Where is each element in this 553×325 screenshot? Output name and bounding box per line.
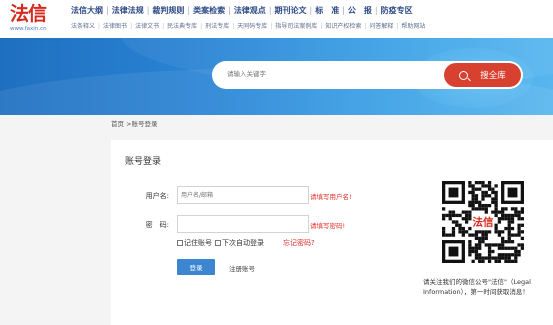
nav-separator: | <box>342 6 345 15</box>
secondary-nav-item[interactable]: 知识产权检索 <box>325 23 361 30</box>
primary-nav-item[interactable]: 防疫专区 <box>381 5 413 15</box>
primary-nav-item[interactable]: 类案检索 <box>193 5 225 15</box>
login-panel: 账号登录 用户名: 请填写用户名! 密 码: 请填写密码! 记住账号 下次自动登… <box>111 140 553 325</box>
nav-separator: | <box>268 6 272 15</box>
remember-label: 记住账号 <box>184 239 212 247</box>
nav-separator: | <box>270 23 273 30</box>
nav-separator: | <box>162 23 165 30</box>
site-logo[interactable]: 法信 www.faxin.cn <box>10 3 50 33</box>
nav-separator: | <box>98 23 101 30</box>
login-options: 记住账号 下次自动登录 忘记密码? <box>177 238 315 248</box>
auto-login-checkbox[interactable]: 下次自动登录 <box>215 238 264 248</box>
primary-nav-item[interactable]: 法律观点 <box>234 5 266 15</box>
nav-separator: | <box>374 6 378 15</box>
register-link[interactable]: 注册账号 <box>229 263 255 273</box>
nav-separator: | <box>187 6 191 15</box>
secondary-nav-item[interactable]: 法条释义 <box>71 23 95 30</box>
password-hint: 请填写密码! <box>310 222 346 230</box>
username-label: 用户名: <box>145 192 169 200</box>
nav-separator: | <box>232 23 235 30</box>
logo-text: 法信 <box>10 3 47 25</box>
primary-nav-item[interactable]: 裁判规则 <box>152 5 184 15</box>
search-input[interactable] <box>227 70 427 78</box>
breadcrumb: 首页 >账号登录 <box>111 120 158 128</box>
checkbox-box <box>177 240 183 246</box>
secondary-nav-item[interactable]: 天同码专库 <box>237 23 267 30</box>
username-field[interactable] <box>177 186 309 204</box>
nav-separator: | <box>130 23 133 30</box>
qr-center-logo: 法信 <box>473 216 494 229</box>
primary-nav-item[interactable]: 标 准 <box>315 5 339 15</box>
page-title: 账号登录 <box>125 157 162 167</box>
nav-separator: | <box>200 23 203 30</box>
secondary-nav-item[interactable]: 帮助网站 <box>401 23 425 30</box>
forgot-password-link[interactable]: 忘记密码? <box>283 238 315 248</box>
login-button[interactable]: 登录 <box>177 259 215 275</box>
username-hint: 请填写用户名! <box>310 193 352 201</box>
primary-nav-item[interactable]: 法信大纲 <box>71 5 103 15</box>
qr-caption: 请关注我们的微信公号"法信"（Legal Information），第一时间获取… <box>423 278 531 296</box>
top-header: 法信 www.faxin.cn 法信大纲 | 法律法规 | 裁判规则 | 类案检索 | 法律观点… <box>0 0 553 38</box>
search-button-label: 搜全库 <box>480 71 506 81</box>
primary-nav-item[interactable]: 法律法规 <box>112 5 144 15</box>
nav-separator: | <box>396 23 399 30</box>
search-bar: 搜全库 <box>212 61 523 89</box>
secondary-nav-item[interactable]: 法律图书 <box>103 23 127 30</box>
logo-url: www.faxin.cn <box>10 26 47 32</box>
secondary-nav-item[interactable]: 法律文书 <box>135 23 159 30</box>
search-icon <box>459 70 469 80</box>
password-label: 密 码: <box>145 221 169 229</box>
nav-separator: | <box>228 6 231 15</box>
nav-separator: | <box>320 23 323 30</box>
auto-login-label: 下次自动登录 <box>222 239 264 247</box>
search-all-button[interactable]: 搜全库 <box>444 63 521 87</box>
wechat-qr-code: 法信 <box>442 181 524 263</box>
secondary-nav-item[interactable]: 刑法专库 <box>205 23 229 30</box>
secondary-nav-item[interactable]: 指导司法案例库 <box>275 23 317 30</box>
remember-account-checkbox[interactable]: 记住账号 <box>177 238 212 248</box>
secondary-nav-item[interactable]: 问答解释 <box>369 23 393 30</box>
nav-separator: | <box>364 23 367 30</box>
nav-separator: | <box>106 6 109 15</box>
nav-separator: | <box>146 6 150 15</box>
nav-separator: | <box>309 6 313 15</box>
primary-nav: 法信大纲 | 法律法规 | 裁判规则 | 类案检索 | 法律观点 | 期刊论文 | 标 准 | 公 报 | 防疫… <box>71 5 413 16</box>
secondary-nav: 法条释义 | 法律图书 | 法律文书 | 民法典专库 | 刑法专库 | 天同码专库 | 指导司法案例库 |… <box>71 21 425 30</box>
secondary-nav-item[interactable]: 民法典专库 <box>167 23 197 30</box>
primary-nav-item[interactable]: 期刊论文 <box>275 5 307 15</box>
password-field[interactable] <box>177 215 309 233</box>
primary-nav-item[interactable]: 公 报 <box>348 5 372 15</box>
checkbox-box <box>215 240 221 246</box>
